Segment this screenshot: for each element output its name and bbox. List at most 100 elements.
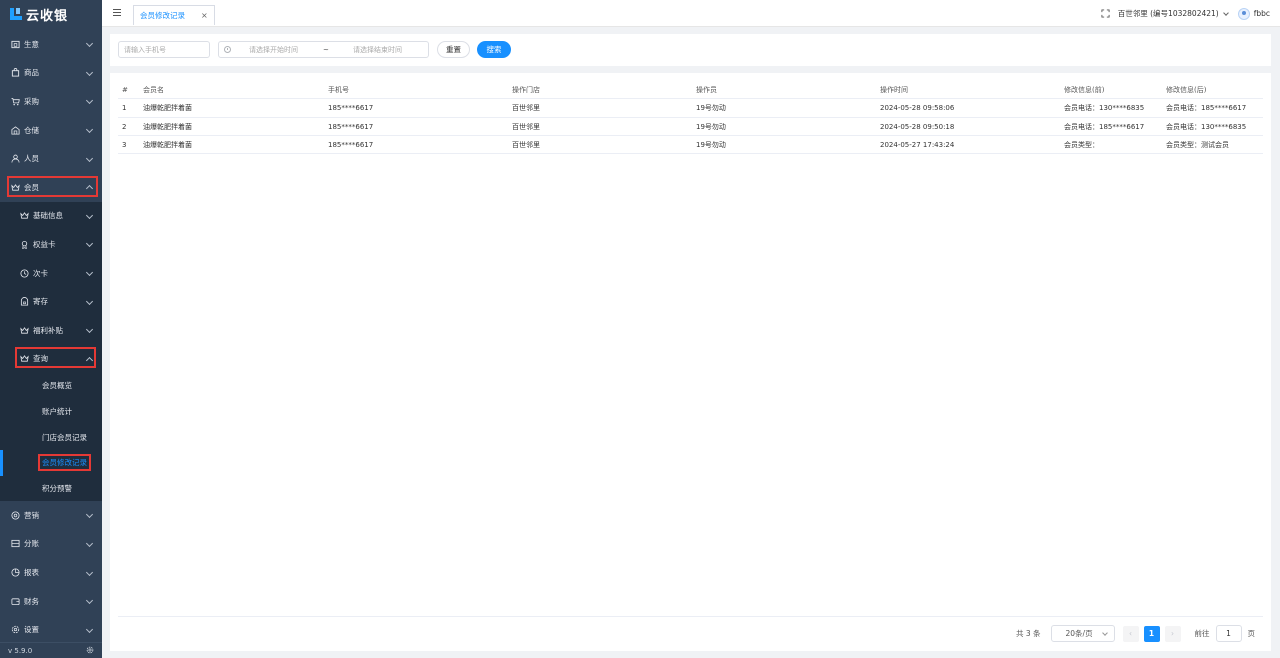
table-cell: 会员电话：130****6835: [1166, 122, 1247, 131]
date-range-picker[interactable]: 请选择开始时间 ~ 请选择结束时间: [218, 41, 429, 58]
table-cell: 百世邻里: [512, 122, 540, 131]
sidebar-item-label: 采购: [24, 96, 39, 106]
sidebar-item-store-member-records[interactable]: 门店会员记录: [0, 424, 102, 450]
table-cell: 185****6617: [328, 140, 374, 149]
range-separator: ~: [323, 45, 329, 54]
table-cell: 19号勿动: [696, 104, 726, 113]
chevron-down-icon: [1101, 630, 1108, 636]
sidebar-item-purchase[interactable]: 采购: [0, 87, 102, 116]
sidebar-item-basic-info[interactable]: 基础信息: [0, 201, 102, 231]
sidebar-item-finance[interactable]: 财务: [0, 587, 102, 616]
top-header: 会员修改记录 × 百世邻里 (编号1032802421) fbbc: [102, 0, 1280, 27]
close-icon[interactable]: ×: [201, 11, 208, 20]
page-size-value: 20条/页: [1065, 629, 1093, 638]
username[interactable]: fbbc: [1254, 9, 1270, 18]
records-table: # 会员名 手机号 操作门店 操作员 操作时间 修改信息(前) 修改信息(后) …: [118, 81, 1263, 155]
chevron-down-icon: [85, 597, 94, 605]
phone-input[interactable]: 请输入手机号: [118, 41, 210, 58]
sidebar-item-label: 设置: [24, 625, 39, 635]
sidebar-item-staff[interactable]: 人员: [0, 144, 102, 173]
sidebar-item-settings[interactable]: 设置: [0, 615, 102, 644]
sidebar-item-benefit-card[interactable]: 权益卡: [0, 230, 102, 259]
sidebar-item-warehouse[interactable]: 仓储: [0, 116, 102, 145]
goto-page-input[interactable]: 1: [1215, 625, 1242, 642]
chevron-down-icon: [85, 97, 94, 105]
fullscreen-icon[interactable]: [1101, 9, 1110, 18]
chevron-down-icon[interactable]: [1222, 9, 1229, 16]
sidebar-item-points-warning[interactable]: 积分预警: [0, 475, 102, 502]
table-row[interactable]: 2 油爆乾肥拌着菌 185****6617 百世邻里 19号勿动 2024-05…: [118, 118, 1263, 136]
sidebar-item-business[interactable]: 生意: [0, 30, 102, 59]
split-icon: [11, 539, 20, 548]
sidebar-item-times-card[interactable]: 次卡: [0, 258, 102, 288]
page-size-select[interactable]: 20条/页: [1050, 625, 1115, 642]
table-row[interactable]: 1 油爆乾肥拌着菌 185****6617 百世邻里 19号勿动 2024-05…: [118, 99, 1263, 118]
column-header: 修改信息(后): [1166, 86, 1207, 94]
sidebar-item-label: 查询: [33, 354, 48, 364]
chevron-down-icon: [85, 297, 94, 305]
store-selector[interactable]: 百世邻里 (编号1032802421): [1118, 8, 1219, 19]
store-icon: [11, 40, 20, 49]
gear-icon[interactable]: [86, 646, 94, 656]
warehouse-icon: [11, 125, 20, 135]
sidebar-item-account-stats[interactable]: 账户统计: [0, 398, 102, 425]
tab-member-change-records[interactable]: 会员修改记录 ×: [133, 5, 215, 25]
reset-button[interactable]: 重置: [437, 41, 470, 58]
chevron-down-icon: [85, 326, 94, 334]
end-time-input[interactable]: 请选择结束时间: [353, 45, 402, 55]
sidebar-item-report[interactable]: 报表: [0, 558, 102, 587]
version-label: v 5.9.0: [8, 646, 33, 655]
crown-icon: [20, 354, 29, 363]
chevron-down-icon: [85, 269, 94, 277]
sidebar-item-label: 权益卡: [33, 239, 56, 249]
table-cell: 会员电话：185****6617: [1166, 104, 1247, 113]
sidebar-item-member-change-records[interactable]: 会员修改记录: [0, 449, 102, 476]
sidebar-item-query[interactable]: 查询: [0, 344, 102, 374]
table-row[interactable]: 3 油爆乾肥拌着菌 185****6617 百世邻里 19号勿动 2024-05…: [118, 136, 1263, 155]
user-icon: [11, 154, 20, 163]
sidebar-item-label: 福利补贴: [33, 325, 63, 335]
next-page-button[interactable]: ›: [1164, 625, 1181, 642]
sidebar: 云收银 生意 商品 采购 仓储 人员 会员 基础信息 权益卡 次卡 寄存 福利补…: [0, 0, 102, 658]
sidebar-item-label: 报表: [24, 568, 39, 578]
sidebar-item-split[interactable]: 分账: [0, 530, 102, 559]
sidebar-item-label: 营销: [24, 510, 39, 520]
sidebar-item-member[interactable]: 会员: [0, 173, 102, 202]
table-cell: 2024-05-28 09:58:06: [880, 104, 955, 113]
table-cell: 会员电话：130****6835: [1064, 104, 1145, 113]
sidebar-item-label: 仓储: [24, 125, 39, 135]
sidebar-item-storage[interactable]: 寄存: [0, 287, 102, 316]
avatar[interactable]: [1237, 7, 1250, 20]
sidebar-item-marketing[interactable]: 营销: [0, 501, 102, 530]
chevron-down-icon: [85, 40, 94, 48]
crown-icon: [20, 326, 29, 335]
settings-icon: [11, 625, 20, 634]
page-number-current[interactable]: 1: [1143, 625, 1160, 642]
prev-page-button[interactable]: ‹: [1122, 625, 1139, 642]
menu-toggle-icon[interactable]: [113, 9, 121, 16]
chevron-up-icon: [85, 356, 94, 364]
search-button[interactable]: 搜索: [477, 41, 511, 58]
sidebar-item-label: 人员: [24, 154, 39, 164]
column-header: #: [122, 86, 128, 94]
column-header: 操作员: [696, 86, 717, 94]
table-cell: 会员类型：: [1064, 140, 1099, 149]
pagination: 共 3 条 20条/页 ‹ 1 › 前往 1 页: [1016, 625, 1255, 642]
pagination-bar: 共 3 条 20条/页 ‹ 1 › 前往 1 页: [118, 616, 1263, 651]
box-icon: [20, 297, 29, 306]
chevron-down-icon: [85, 625, 94, 633]
table-cell: 3: [122, 140, 127, 149]
table-cell: 油爆乾肥拌着菌: [143, 140, 192, 149]
sidebar-item-label: 生意: [24, 39, 39, 49]
column-header: 手机号: [328, 86, 349, 94]
chevron-down-icon: [85, 126, 94, 134]
table-cell: 2024-05-28 09:50:18: [880, 122, 955, 131]
sidebar-item-goods[interactable]: 商品: [0, 59, 102, 88]
sidebar-item-welfare[interactable]: 福利补贴: [0, 315, 102, 345]
sidebar-item-member-overview[interactable]: 会员概览: [0, 373, 102, 399]
chevron-up-icon: [85, 185, 94, 193]
table-header: # 会员名 手机号 操作门店 操作员 操作时间 修改信息(前) 修改信息(后): [118, 81, 1263, 100]
table-cell: 2: [122, 122, 127, 131]
table-cell: 百世邻里: [512, 104, 540, 113]
start-time-input[interactable]: 请选择开始时间: [249, 45, 298, 55]
